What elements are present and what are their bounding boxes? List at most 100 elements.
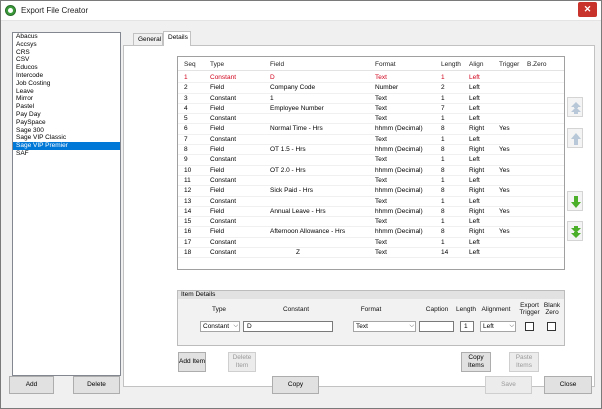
format-list-item[interactable]: Educos <box>13 64 120 72</box>
table-cell: 8 <box>441 166 445 174</box>
column-header[interactable]: Field <box>270 61 284 68</box>
format-list-item[interactable]: Intercode <box>13 72 120 80</box>
tab-details[interactable]: Details <box>163 31 191 46</box>
column-header[interactable]: Length <box>441 61 461 68</box>
table-cell: Field <box>210 104 225 112</box>
move-to-bottom-button[interactable] <box>567 221 583 241</box>
table-cell: Text <box>375 249 387 257</box>
copy-button[interactable]: Copy <box>272 376 319 394</box>
table-row[interactable]: 17 Constant Text 1 Left <box>178 238 564 249</box>
format-list-item[interactable]: SAF <box>13 150 120 158</box>
caption-field[interactable] <box>419 321 454 332</box>
table-row[interactable]: 8 Field OT 1.5 - Hrs hhmm (Decimal) 8 Right Ye… <box>178 145 564 156</box>
table-row[interactable]: 2 Field Company Code Number 2 Left <box>178 83 564 94</box>
table-row[interactable]: 1 Constant D Text 1 Left <box>178 73 564 84</box>
table-row[interactable]: 10 Field OT 2.0 - Hrs hhmm (Decimal) 8 Right Y… <box>178 166 564 176</box>
format-list-item[interactable]: Sage 300 <box>13 127 120 135</box>
table-cell: Yes <box>499 187 510 195</box>
format-list-item[interactable]: Mirror <box>13 95 120 103</box>
table-row[interactable]: 4 Field Employee Number Text 7 Left <box>178 104 564 115</box>
length-field[interactable]: 1 <box>460 321 474 332</box>
chevron-down-icon: ⌵ <box>409 323 414 329</box>
table-cell: 11 <box>184 176 191 184</box>
tab-general[interactable]: General <box>133 33 163 45</box>
table-cell: Field <box>210 187 225 195</box>
table-cell: Constant <box>210 115 237 123</box>
format-list-item[interactable]: Abacus <box>13 33 120 41</box>
export-format-list[interactable]: Abacus Accsys CRS CSV Educos Intercode Job Cos… <box>12 32 121 376</box>
column-header[interactable]: B.Zero <box>527 61 547 68</box>
table-row[interactable]: 7 Constant Text 1 Left <box>178 135 564 146</box>
move-to-top-button[interactable] <box>567 97 583 117</box>
table-cell: 2 <box>184 84 188 92</box>
table-cell: 1 <box>441 74 445 81</box>
save-button[interactable]: Save <box>485 376 532 394</box>
column-header[interactable]: Trigger <box>499 61 519 68</box>
format-list-item[interactable]: Sage VIP Classic <box>13 134 120 142</box>
window-close-button[interactable]: ✕ <box>578 2 597 17</box>
column-header[interactable]: Type <box>210 61 224 68</box>
table-cell: Yes <box>499 125 510 133</box>
table-row[interactable]: 5 Constant Text 1 Left <box>178 114 564 125</box>
column-header[interactable]: Format <box>375 61 396 68</box>
export-trigger-checkbox[interactable] <box>525 322 534 331</box>
format-list-item[interactable]: PaySpace <box>13 119 120 127</box>
table-cell: Text <box>375 94 387 102</box>
constant-field[interactable]: D <box>243 321 333 332</box>
format-select[interactable]: Text ⌵ <box>353 321 416 332</box>
format-list-item[interactable]: Pastel <box>13 103 120 111</box>
format-list-item[interactable]: Leave <box>13 88 120 96</box>
fields-grid[interactable]: Seq Type Field Format Length Align Trigger B.Ze… <box>177 56 565 270</box>
table-row[interactable]: 3 Constant 1 Text 1 Left <box>178 94 564 104</box>
table-cell: Field <box>210 146 225 154</box>
format-list-item[interactable]: Job Costing <box>13 80 120 88</box>
table-cell: Text <box>375 197 387 205</box>
table-cell: 4 <box>184 104 188 112</box>
type-select[interactable]: Constant ⌵ <box>200 321 240 332</box>
table-cell: Left <box>469 74 480 81</box>
format-list-item[interactable]: Accsys <box>13 41 120 49</box>
move-up-button[interactable] <box>567 128 583 148</box>
table-cell: 10 <box>184 166 192 174</box>
table-cell: Constant <box>210 74 237 81</box>
table-row[interactable]: 14 Field Annual Leave - Hrs hhmm (Decimal) 8… <box>178 207 564 218</box>
format-list-item[interactable]: Pay Day <box>13 111 120 119</box>
table-cell: Text <box>375 238 387 246</box>
table-row[interactable]: 18 Constant Z Text 14 Left <box>178 248 564 259</box>
paste-items-button[interactable]: Paste Items <box>509 352 539 372</box>
table-cell: 1 <box>441 135 445 143</box>
table-cell: Field <box>210 207 225 215</box>
table-row[interactable]: 15 Constant Text 1 Left <box>178 217 564 228</box>
column-header[interactable]: Align <box>469 61 483 68</box>
table-cell: Left <box>469 84 480 92</box>
table-row[interactable]: 12 Field Sick Paid - Hrs hhmm (Decimal) 8 Rig… <box>178 186 564 197</box>
delete-button[interactable]: Delete <box>73 376 120 394</box>
delete-item-button[interactable]: Delete Item <box>228 352 256 372</box>
table-cell: Text <box>375 74 387 81</box>
table-row[interactable]: 9 Constant Text 1 Left <box>178 155 564 166</box>
table-cell: Text <box>375 115 387 123</box>
details-tab-panel: Seq Type Field Format Length Align Trigger B.Ze… <box>123 45 595 387</box>
table-cell: Left <box>469 238 480 246</box>
format-list-item[interactable]: CSV <box>13 56 120 64</box>
format-list-item[interactable]: CRS <box>13 49 120 57</box>
table-row[interactable]: 11 Constant Text 1 Left <box>178 176 564 187</box>
item-details-title: Item Details <box>178 291 564 299</box>
grid-body: 1 Constant D Text 1 Left 2 Field Company Code Num… <box>178 73 564 259</box>
close-button[interactable]: Close <box>544 376 592 394</box>
add-button[interactable]: Add <box>9 376 54 394</box>
copy-items-button[interactable]: Copy Items <box>461 352 491 372</box>
format-list-item[interactable]: Sage VIP Premier <box>13 142 120 150</box>
table-cell: Constant <box>210 238 237 246</box>
table-cell: Z <box>296 249 300 257</box>
table-row[interactable]: 13 Constant Text 1 Left <box>178 197 564 207</box>
blank-zero-checkbox[interactable] <box>547 322 556 331</box>
table-cell: 8 <box>441 125 445 133</box>
column-header[interactable]: Seq <box>184 61 196 68</box>
alignment-select[interactable]: Left ⌵ <box>480 321 516 332</box>
add-item-button[interactable]: Add Item <box>178 352 206 372</box>
move-down-button[interactable] <box>567 191 583 211</box>
table-row[interactable]: 16 Field Afternoon Allowance - Hrs hhmm (De… <box>178 227 564 238</box>
table-row[interactable]: 6 Field Normal Time - Hrs hhmm (Decimal) 8 Ri… <box>178 124 564 135</box>
table-cell: 1 <box>270 94 274 102</box>
